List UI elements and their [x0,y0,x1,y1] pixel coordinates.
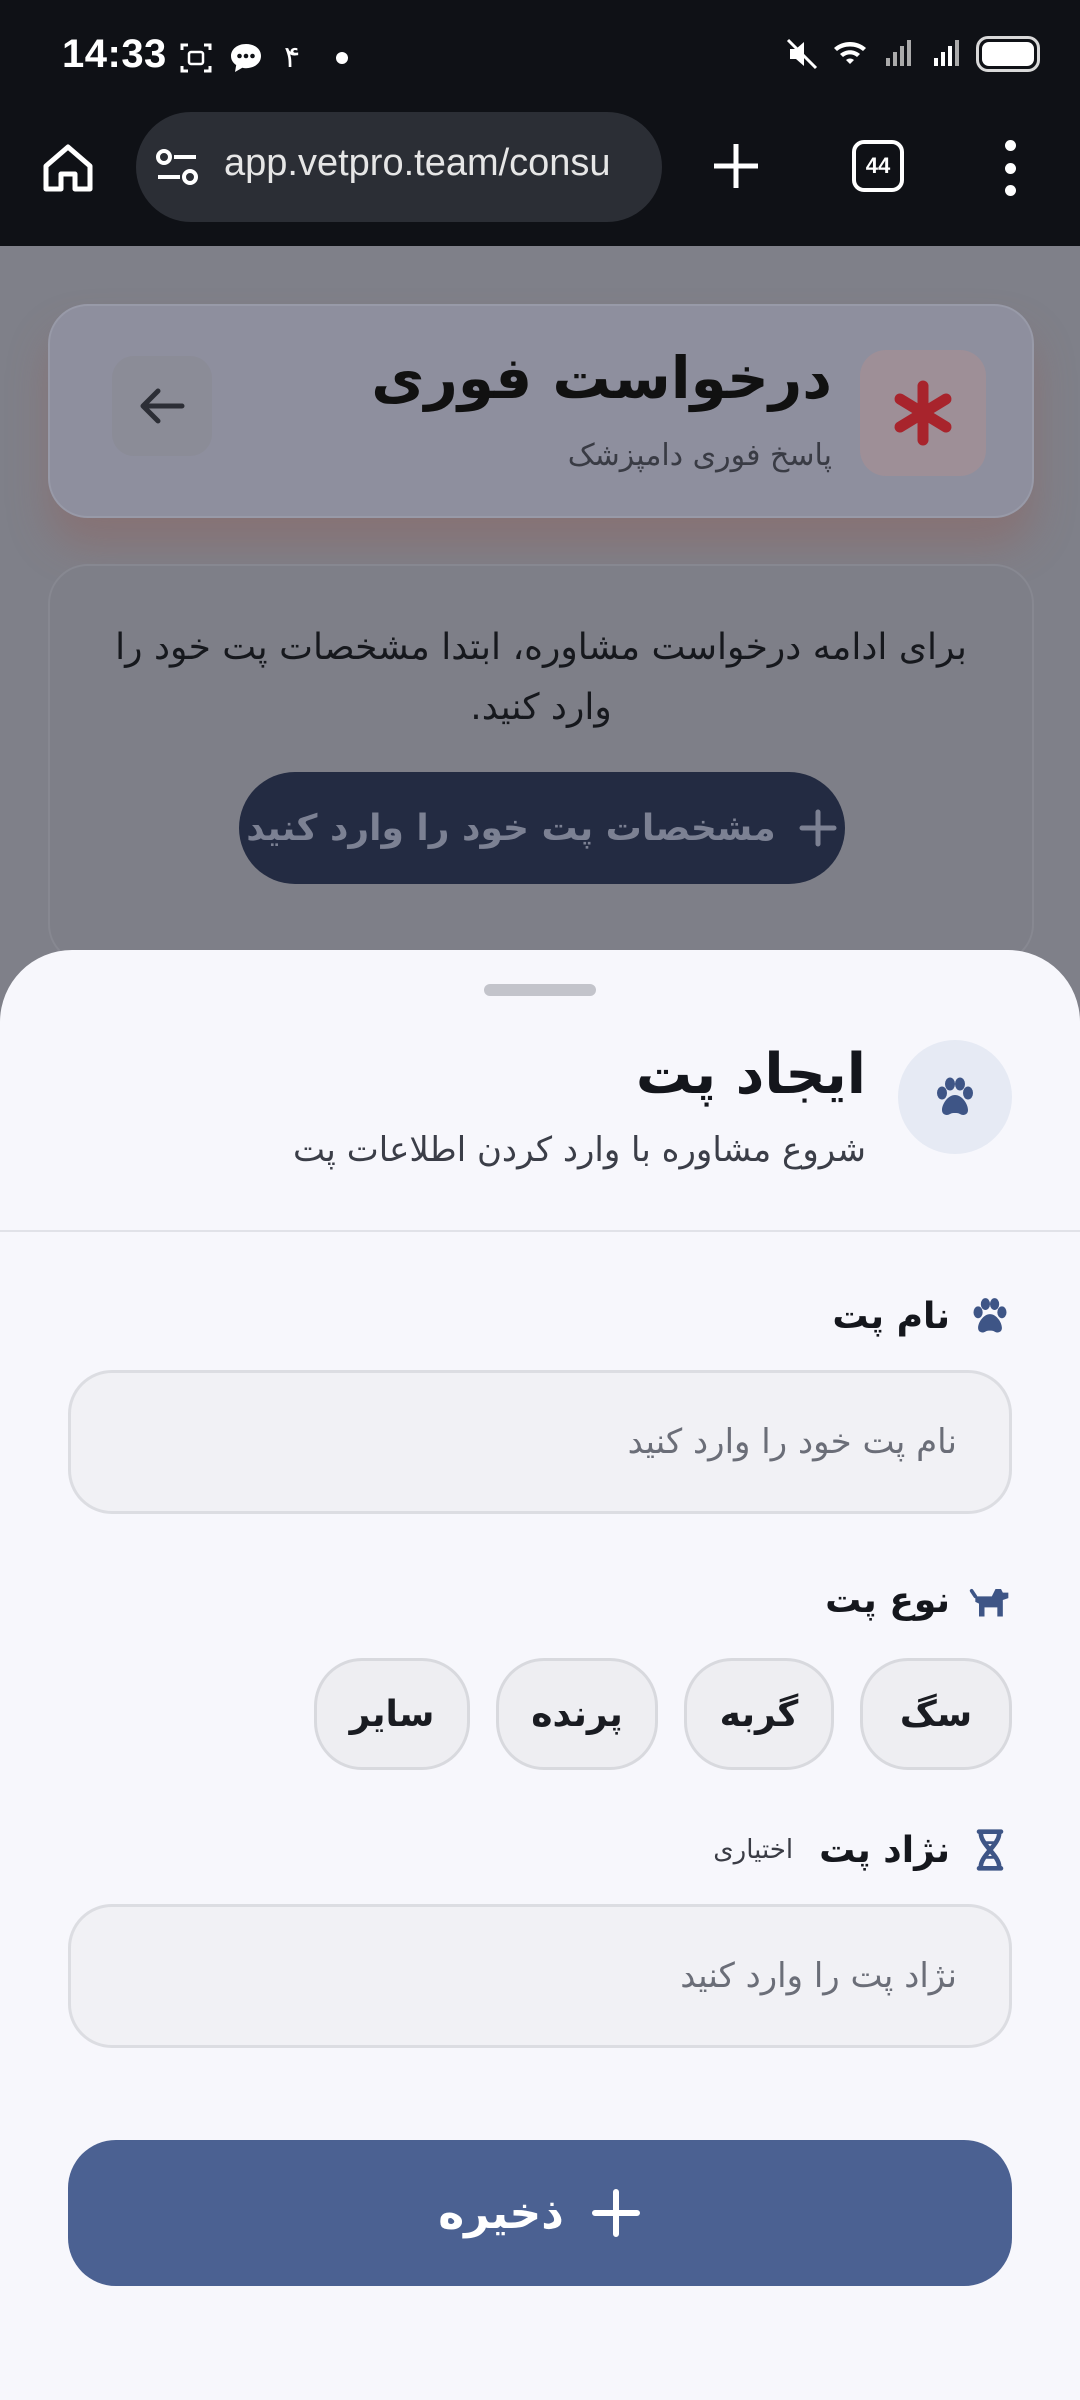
save-button[interactable]: ذخیره [68,2140,1012,2286]
pet-type-label-text: نوع پت [825,1579,950,1621]
message-icon [231,44,261,72]
pet-type-option-dog[interactable]: سگ [860,1658,1012,1770]
optional-tag: اختیاری [713,1835,794,1865]
pet-type-option-other[interactable]: سایر [314,1658,470,1770]
status-right-icons [784,36,1040,72]
status-bar: 14:33 ۴ [0,0,1080,118]
wifi-icon [834,42,866,64]
new-tab-icon[interactable] [708,138,764,194]
save-button-label: ذخیره [438,2187,564,2239]
tab-switcher-button[interactable]: 44 [852,140,904,192]
sheet-drag-handle[interactable] [484,984,596,996]
urgent-subtitle: پاسخ فوری دامپزشک [567,438,832,473]
url-bar[interactable]: app.vetpro.team/consu [136,112,662,222]
plus-icon [591,2189,640,2237]
sheet-subtitle: شروع مشاوره با وارد کردن اطلاعات پت [293,1130,866,1170]
battery-icon [976,36,1040,72]
pet-breed-label-text: نژاد پت [819,1829,950,1871]
mute-icon [786,38,818,70]
asterisk-icon [894,380,952,446]
pet-name-label-text: نام پت [832,1295,950,1337]
sheet-title: ایجاد پت [635,1042,866,1107]
arrow-left-icon [140,388,185,424]
pet-required-notice: برای ادامه درخواست مشاوره، ابتدا مشخصات … [48,564,1034,964]
pet-type-label: نوع پت [825,1578,1012,1622]
back-button[interactable] [112,356,212,456]
sheet-divider [0,1230,1080,1232]
pet-type-option-cat[interactable]: گربه [684,1658,834,1770]
signal-1-icon [886,40,911,66]
signal-2-icon [934,40,959,66]
sheet-header-icon [898,1040,1012,1154]
enter-pet-details-label: مشخصات پت خود را وارد کنید [246,807,776,849]
pet-breed-label: نژاد پت اختیاری [713,1828,1012,1872]
notification-digit: ۴ [284,40,301,75]
pet-type-options: سگ گربه پرنده سایر [314,1658,1012,1770]
status-time: 14:33 [62,32,167,76]
notification-dot-icon [336,52,349,64]
pet-name-label: نام پت [832,1294,1012,1338]
urgent-request-card: درخواست فوری پاسخ فوری دامپزشک [48,304,1034,518]
screenshot-icon [180,43,212,73]
paw-icon [937,1077,973,1115]
urgent-title: درخواست فوری [371,344,832,412]
overflow-menu-icon[interactable] [1000,140,1020,196]
enter-pet-details-button[interactable]: مشخصات پت خود را وارد کنید [239,772,845,884]
plus-icon [799,809,837,847]
home-icon[interactable] [38,138,98,198]
browser-toolbar: app.vetpro.team/consu 44 [0,112,1080,246]
status-left-icons: ۴ [178,40,349,76]
paw-icon [973,1298,1007,1333]
site-settings-icon[interactable] [154,146,200,190]
emergency-icon-badge [860,350,986,476]
dog-icon [969,1589,1009,1617]
pet-name-input[interactable] [68,1370,1012,1514]
create-pet-sheet: ایجاد پت شروع مشاوره با وارد کردن اطلاعا… [0,950,1080,2400]
pet-breed-input[interactable] [68,1904,1012,2048]
url-text[interactable]: app.vetpro.team/consu [224,142,611,185]
dna-icon [976,1829,1004,1871]
pet-type-option-bird[interactable]: پرنده [496,1658,658,1770]
notice-text: برای ادامه درخواست مشاوره، ابتدا مشخصات … [115,627,967,728]
